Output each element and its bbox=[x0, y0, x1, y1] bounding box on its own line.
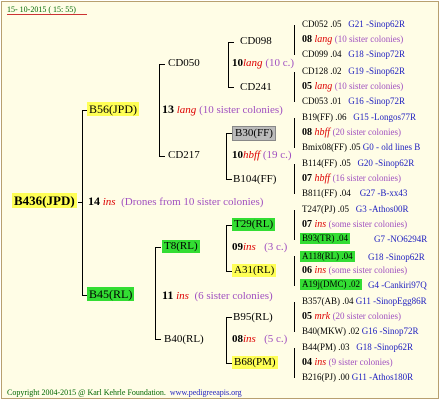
gen3-queen[interactable]: T29(RL) bbox=[232, 218, 276, 231]
gen3-queen[interactable]: A31(RL) bbox=[232, 264, 277, 277]
gen4-queen: Bmix08(FF) .05 G0 - old lines B bbox=[302, 142, 421, 152]
gen4-queen: B19(FF) .06 G15 -Longos77R bbox=[302, 112, 417, 122]
gen4-queen: A19j(DMC) .02 bbox=[300, 279, 362, 290]
gen4-queen: B40(MKW) .02 G16 -Sinop72R bbox=[302, 326, 419, 336]
pedigree-frame: 15- 10-2015 ( 15: 55) B436(JPD) 14 ins (… bbox=[1, 1, 439, 399]
gen2-drone-info: 09ins (3 c.) bbox=[232, 241, 288, 253]
gen4-queen: B44(PM) .03 G18 -Sinop62R bbox=[302, 342, 414, 352]
gen4-queen: B811(FF) .04 G27 -B-xx43 bbox=[302, 188, 408, 198]
gen3-queen[interactable]: B104(FF) bbox=[233, 174, 276, 185]
gen4-drone-info: 08 lang (10 sister colonies) bbox=[302, 34, 404, 45]
gen2-drone-info: 10hbff (19 c.) bbox=[232, 149, 292, 161]
gen4-queen: T247(PJ) .05 G3 -Athos00R bbox=[302, 204, 409, 214]
gen1-queen[interactable]: B45(RL) bbox=[87, 287, 135, 301]
date-stamp: 15- 10-2015 ( 15: 55) bbox=[7, 5, 76, 14]
gen2-queen[interactable]: T8(RL) bbox=[162, 240, 200, 253]
gen4-queen: CD128 .02 G19 -Sinop62R bbox=[302, 66, 406, 76]
gen4-drone-info: 04 ins (9 sister colonies) bbox=[302, 357, 393, 368]
gen4-drone-info: 07 hbff (16 sister colonies) bbox=[302, 173, 402, 184]
gen4-origin-code: G7 -NO6294R bbox=[374, 234, 428, 244]
gen2-queen[interactable]: CD050 bbox=[168, 58, 200, 69]
gen4-queen: B216(PJ) .00 G11 -Athos180R bbox=[302, 372, 414, 382]
gen3-queen[interactable]: B95(RL) bbox=[233, 312, 273, 323]
gen4-queen: B357(AB) .04 G11 -SinopEgg86R bbox=[302, 296, 427, 306]
gen4-queen: CD099 .04 G18 -Sinop72R bbox=[302, 49, 406, 59]
gen4-queen: B93(TR) .04 bbox=[300, 233, 350, 244]
gen1-bottom-connector bbox=[155, 247, 156, 339]
gen4-queen: B114(FF) .05 G20 -Sinop62R bbox=[302, 158, 415, 168]
gen3-queen[interactable]: B68(PM) bbox=[232, 356, 278, 369]
gen2-drone-info: 10lang (10 c.) bbox=[232, 57, 295, 69]
gen1-drone-info: 11 ins (6 sister colonies) bbox=[162, 288, 273, 302]
gen4-drone-info: 05 mrk (20 sister colonies) bbox=[302, 311, 402, 322]
gen3-queen[interactable]: B30(FF) bbox=[232, 126, 276, 141]
root-queen[interactable]: B436(JPD) bbox=[12, 193, 77, 208]
footer-copyright: Copyright 2004-2015 @ Karl Kehrle Founda… bbox=[7, 388, 242, 397]
gen1-queen[interactable]: B56(JPD) bbox=[87, 102, 140, 116]
root-connector bbox=[82, 110, 83, 295]
header-divider bbox=[7, 14, 87, 15]
gen2-drone-info: 08ins (5 c.) bbox=[232, 333, 288, 345]
gen4-queen: A118(RL) .04 bbox=[300, 251, 355, 262]
gen1-top-connector bbox=[159, 64, 160, 156]
gen4-origin-code: G18 -Sinop62R bbox=[368, 252, 425, 262]
gen3-queen[interactable]: CD098 bbox=[240, 36, 272, 47]
gen4-drone-info: 07 ins (some sister colonies) bbox=[302, 219, 408, 230]
gen2-queen[interactable]: CD217 bbox=[168, 150, 200, 161]
gen4-origin-code: G4 -Cankiri97Q bbox=[368, 280, 427, 290]
gen2-queen[interactable]: B40(RL) bbox=[164, 334, 204, 345]
gen3-queen[interactable]: CD241 bbox=[240, 82, 272, 93]
gen4-drone-info: 05 lang (10 sister colonies) bbox=[302, 81, 404, 92]
root-drone-info: 14 ins (Drones from 10 sister colonies) bbox=[88, 194, 264, 208]
gen4-drone-info: 08 hbff (20 sister colonies) bbox=[302, 127, 402, 138]
gen4-drone-info: 06 ins (some sister colonies) bbox=[302, 265, 408, 276]
gen4-queen: CD053 .01 G16 -Sinop72R bbox=[302, 96, 406, 106]
gen4-queen: CD052 .05 G21 -Sinop62R bbox=[302, 19, 406, 29]
footer-link[interactable]: www.pedigreeapis.org bbox=[170, 388, 242, 397]
gen1-drone-info: 13 lang (10 sister colonies) bbox=[162, 102, 283, 116]
